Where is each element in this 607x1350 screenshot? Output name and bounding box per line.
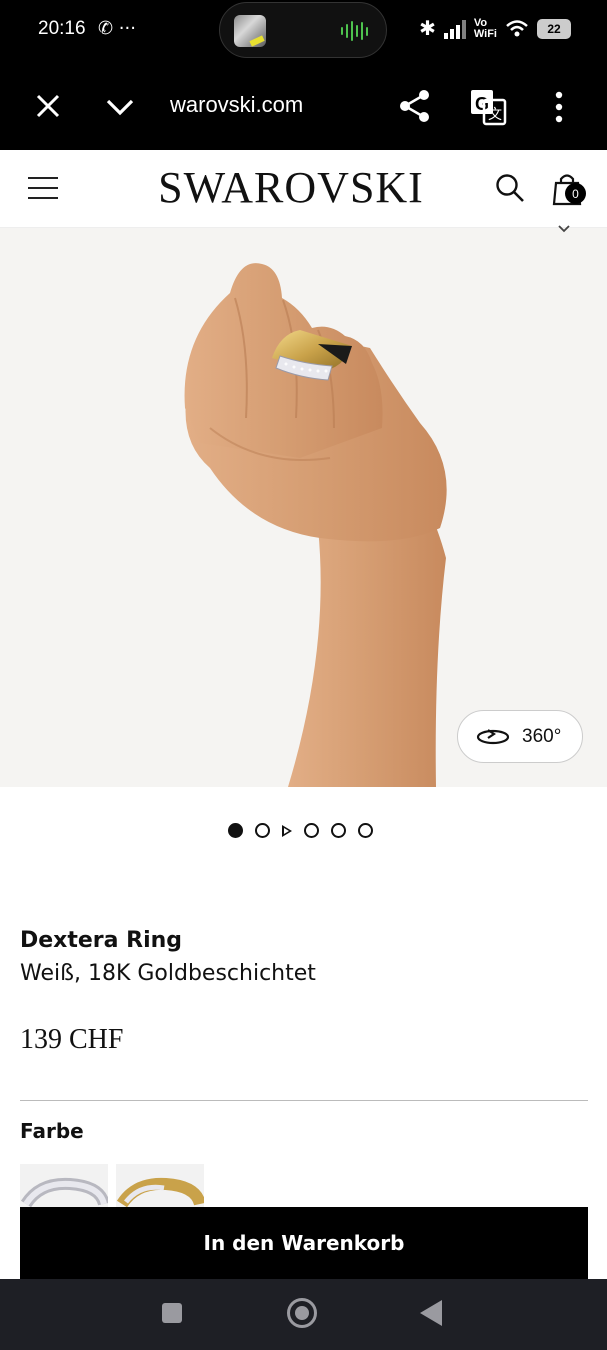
- svg-text:文: 文: [488, 107, 502, 123]
- media-thumbnail: [234, 15, 266, 47]
- signal-icon: [443, 19, 466, 39]
- vowifi-icon: Vo WiFi: [473, 16, 497, 40]
- notification-icons: ✆ ···: [98, 18, 136, 39]
- audio-wave-icon: [341, 21, 368, 41]
- color-label: Farbe: [20, 1119, 84, 1143]
- browser-toolbar: warovski.com G 文: [0, 62, 607, 150]
- rotate-360-icon: [476, 728, 510, 744]
- carousel-dot[interactable]: [331, 823, 346, 838]
- share-icon[interactable]: [397, 88, 433, 124]
- add-to-cart-button[interactable]: In den Warenkorb: [20, 1207, 588, 1279]
- product-image[interactable]: [0, 228, 607, 787]
- media-island[interactable]: [219, 2, 387, 58]
- more-vert-icon[interactable]: [548, 90, 570, 124]
- system-nav-bar: [0, 1279, 607, 1350]
- bluetooth-icon: ✱: [419, 18, 436, 40]
- status-time: 20:16: [38, 18, 86, 39]
- hand-with-ring-image: [184, 263, 447, 787]
- wifi-icon: [506, 19, 528, 36]
- carousel-dot-active[interactable]: [228, 823, 243, 838]
- product-price: 139 CHF: [20, 1024, 124, 1055]
- close-icon[interactable]: [30, 88, 66, 124]
- carousel-video-play-icon[interactable]: [282, 824, 292, 837]
- url-text[interactable]: warovski.com: [170, 92, 303, 118]
- product-name: Dextera Ring: [20, 928, 183, 953]
- vowifi-line2: WiFi: [473, 27, 497, 40]
- translate-icon[interactable]: G 文: [469, 88, 507, 126]
- view-360-button[interactable]: 360°: [457, 710, 583, 763]
- carousel-dot[interactable]: [358, 823, 373, 838]
- divider: [20, 1100, 588, 1101]
- svg-text:G: G: [475, 94, 489, 114]
- battery-icon: 22: [537, 18, 571, 39]
- view-360-label: 360°: [522, 725, 562, 747]
- recents-button[interactable]: [162, 1303, 182, 1323]
- menu-icon[interactable]: [28, 177, 58, 201]
- back-button[interactable]: [420, 1300, 442, 1326]
- search-icon[interactable]: [494, 172, 526, 204]
- carousel-dot[interactable]: [304, 823, 319, 838]
- carousel-dot[interactable]: [255, 823, 270, 838]
- carousel-dots: [228, 823, 373, 838]
- site-header: SWAROVSKI: [0, 150, 607, 228]
- product-variant: Weiß, 18K Goldbeschichtet: [20, 961, 316, 986]
- system-status-icons: ✱ Vo WiFi 22: [419, 16, 571, 41]
- status-bar: 20:16 ✆ ··· ✱ Vo WiFi 22: [0, 0, 607, 62]
- chevron-down-small-icon[interactable]: [557, 224, 571, 234]
- home-button[interactable]: [287, 1298, 317, 1328]
- cart-count-badge: 0: [565, 183, 586, 204]
- chevron-down-icon[interactable]: [103, 90, 137, 124]
- vowifi-line1: Vo: [473, 16, 488, 29]
- swarovski-logo[interactable]: SWAROVSKI: [150, 162, 432, 213]
